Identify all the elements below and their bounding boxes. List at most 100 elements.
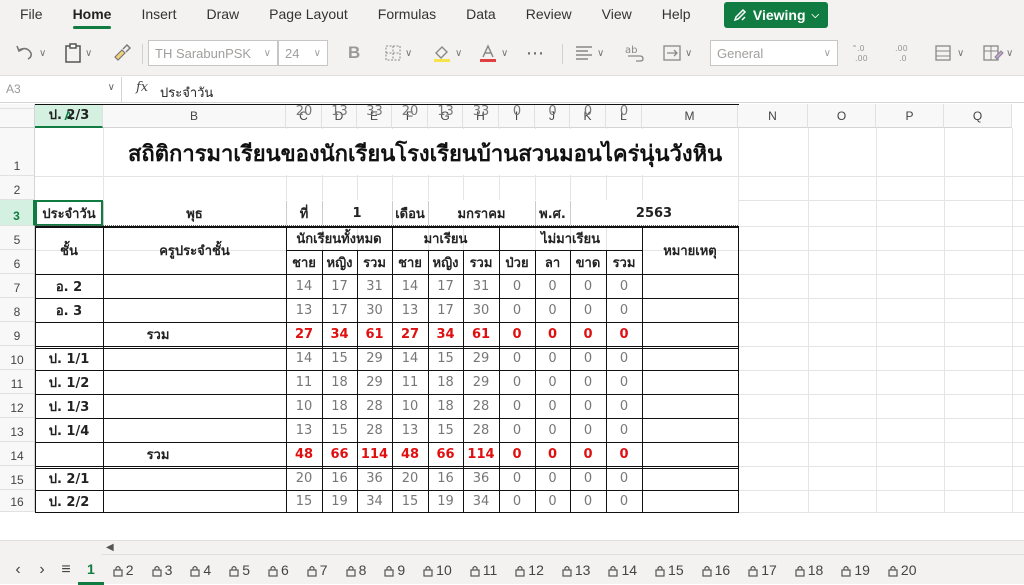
table-row-value[interactable]: 0 [570,394,606,418]
table-row-value[interactable]: 13 [392,418,428,442]
table-row-value[interactable]: 0 [606,298,642,322]
format-as-table-button[interactable]: ∨ [982,38,1013,68]
total-label[interactable]: รวม [103,322,213,346]
formula-input[interactable]: ประจำวัน [160,82,213,103]
table-row-value[interactable]: 0 [535,418,570,442]
menu-data[interactable]: Data [451,0,511,30]
table-row-value[interactable]: 28 [357,394,392,418]
table-row-value[interactable]: 0 [499,346,535,370]
prev-sheet-icon[interactable]: ‹ [6,561,30,579]
table-row-value[interactable]: 0 [499,104,535,119]
row-header-2[interactable]: 2 [0,176,35,200]
row-header-3[interactable]: 3 [0,200,35,226]
table-row-value[interactable]: 19 [322,490,357,512]
sheet-tab-18[interactable]: 18 [786,555,833,585]
decrease-decimal-button[interactable]: .00.0 [892,38,916,68]
sheet-tab-7[interactable]: 7 [298,555,337,585]
row-header-11[interactable]: 11 [0,370,35,394]
sheet-tab-19[interactable]: 19 [832,555,879,585]
class-cell[interactable]: ป. 1/4 [35,418,103,442]
table-row-value[interactable]: 0 [606,394,642,418]
sheet-tab-11[interactable]: 11 [461,555,507,585]
table-row-value[interactable]: 17 [428,274,463,298]
number-format-select[interactable]: General ∨ [710,40,838,66]
total-row-value[interactable]: 27 [392,322,428,346]
column-header-q[interactable]: Q [944,104,1012,128]
row-header-16[interactable]: 16 [0,490,35,512]
table-row-value[interactable]: 29 [463,370,499,394]
conditional-format-button[interactable]: ∨ [934,38,964,68]
sheet-tab-5[interactable]: 5 [220,555,259,585]
menu-draw[interactable]: Draw [191,0,254,30]
table-row-value[interactable]: 11 [286,370,322,394]
sheet-tab-20[interactable]: 20 [879,555,926,585]
column-header-b[interactable]: B [103,104,286,128]
table-row-value[interactable]: 11 [392,370,428,394]
class-cell[interactable]: ป. 1/2 [35,370,103,394]
font-size-select[interactable]: 24 ∨ [278,40,328,66]
table-row-value[interactable]: 20 [286,104,322,119]
table-row-value[interactable]: 13 [286,418,322,442]
table-row-value[interactable]: 18 [322,370,357,394]
table-row-value[interactable]: 0 [570,298,606,322]
table-row-value[interactable]: 14 [286,346,322,370]
class-cell[interactable]: อ. 2 [35,274,103,298]
table-row-value[interactable]: 15 [428,418,463,442]
table-row-value[interactable]: 20 [392,466,428,490]
menu-formulas[interactable]: Formulas [363,0,451,30]
menu-file[interactable]: File [5,0,58,30]
sheet-tab-14[interactable]: 14 [599,555,646,585]
table-row-value[interactable]: 0 [535,370,570,394]
sheet-tab-16[interactable]: 16 [693,555,740,585]
sheet-tab-8[interactable]: 8 [337,555,376,585]
increase-decimal-button[interactable]: .0.00 [852,38,876,68]
class-cell[interactable]: ป. 2/3 [35,104,103,125]
table-row-value[interactable]: 0 [606,104,642,119]
sheet-tab-17[interactable]: 17 [739,555,786,585]
total-row-value[interactable]: 0 [535,322,570,346]
column-header-m[interactable]: M [642,104,738,128]
row-header-17[interactable]: 17 [0,104,35,109]
table-row-value[interactable]: 15 [428,346,463,370]
table-row-value[interactable]: 13 [286,298,322,322]
table-row-value[interactable]: 0 [535,490,570,512]
table-row-value[interactable]: 0 [535,394,570,418]
sheet-tab-1[interactable]: 1 [78,555,104,585]
total-row-value[interactable]: 61 [357,322,392,346]
spreadsheet-grid[interactable]: ABCDEFGHIJKLMNOPQ12356789101112131415161… [0,104,1024,540]
column-header-p[interactable]: P [876,104,944,128]
scroll-left-icon[interactable]: ◀ [106,542,114,553]
table-row-value[interactable]: 31 [357,274,392,298]
total-row-value[interactable]: 27 [286,322,322,346]
table-row-value[interactable]: 15 [392,490,428,512]
table-row-value[interactable]: 14 [392,346,428,370]
row-header-5[interactable]: 5 [0,226,35,250]
info-label-date[interactable]: ที่ [286,200,322,226]
row-header-8[interactable]: 8 [0,298,35,322]
all-sheets-menu-icon[interactable]: ≡ [54,561,78,579]
total-row-value[interactable]: 34 [322,322,357,346]
table-row-value[interactable]: 14 [392,274,428,298]
table-row-value[interactable]: 17 [428,298,463,322]
table-row-value[interactable]: 0 [606,490,642,512]
table-row-value[interactable]: 17 [322,298,357,322]
table-row-value[interactable]: 0 [570,274,606,298]
table-row-value[interactable]: 30 [463,298,499,322]
row-header-6[interactable]: 6 [0,250,35,274]
table-row-value[interactable]: 15 [322,418,357,442]
table-row-value[interactable]: 29 [357,346,392,370]
format-painter-button[interactable] [112,38,132,68]
table-row-value[interactable]: 0 [606,418,642,442]
total-row-value[interactable]: 0 [606,322,642,346]
viewing-mode-button[interactable]: Viewing ⌵ [724,2,828,28]
table-row-value[interactable]: 0 [535,346,570,370]
table-row-value[interactable]: 0 [606,370,642,394]
table-row-value[interactable]: 16 [428,466,463,490]
table-row-value[interactable]: 0 [606,466,642,490]
class-cell[interactable]: ป. 2/2 [35,490,103,512]
row-header-7[interactable]: 7 [0,274,35,298]
table-row-value[interactable]: 0 [499,298,535,322]
table-row-value[interactable]: 33 [357,104,392,119]
table-row-value[interactable]: 0 [535,466,570,490]
total-row-value[interactable]: 114 [357,442,392,466]
